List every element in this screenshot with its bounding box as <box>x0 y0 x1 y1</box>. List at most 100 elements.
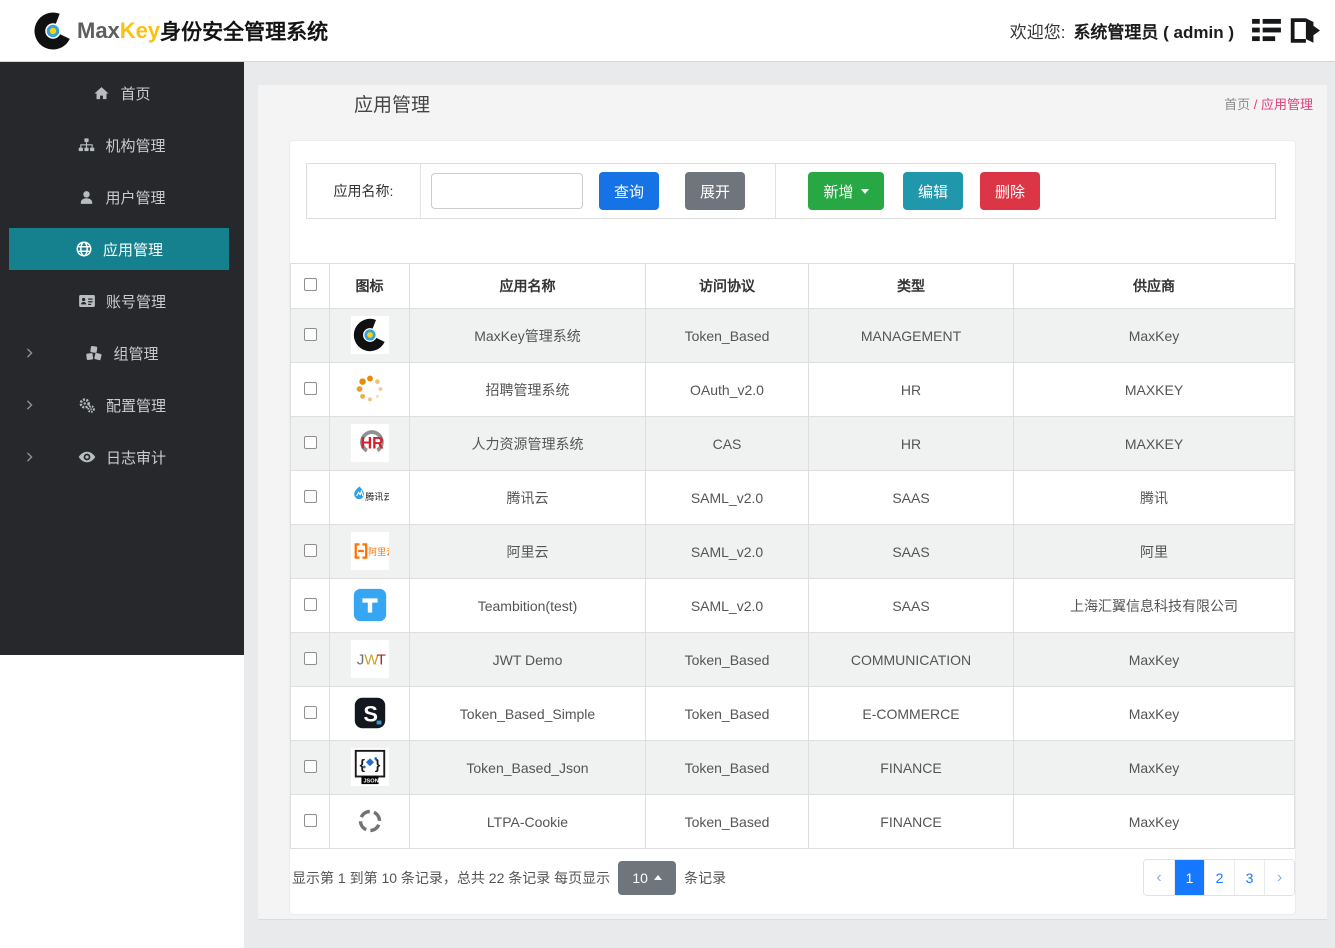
app-name-cell: 腾讯云 <box>409 470 646 525</box>
aliyun-icon: 阿里云 <box>350 531 390 571</box>
page-header-bar: 应用管理 首页 / 应用管理 <box>258 85 1327 121</box>
row-checkbox-cell <box>290 686 330 741</box>
app-vendor-cell: MaxKey <box>1013 686 1295 741</box>
row-checkbox[interactable] <box>303 543 317 557</box>
table-row[interactable]: Teambition(test) SAML_v2.0 SAAS 上海汇翼信息科技有限公… <box>290 578 1295 633</box>
list-icon[interactable] <box>1252 18 1281 43</box>
table-row[interactable]: LTPA-Cookie Token_Based FINANCE MaxKey <box>290 794 1295 849</box>
sidebar-item-apps[interactable]: 应用管理 <box>9 228 229 270</box>
svg-text:阿里云: 阿里云 <box>368 546 389 556</box>
app-vendor-cell: MaxKey <box>1013 308 1295 363</box>
row-checkbox[interactable] <box>303 435 317 449</box>
app-vendor-cell: 阿里 <box>1013 524 1295 579</box>
sidebar-item-audit[interactable]: 日志审计 <box>0 431 244 483</box>
app-name-cell: 人力资源管理系统 <box>409 416 646 471</box>
table-header-row: 图标 应用名称 访问协议 类型 供应商 <box>290 263 1295 309</box>
app-vendor-cell: MaxKey <box>1013 740 1295 795</box>
app-type-cell: FINANCE <box>808 794 1014 849</box>
app-protocol-cell: SAML_v2.0 <box>645 470 809 525</box>
app-icon-cell: HR <box>329 416 410 471</box>
pagination-page-2[interactable]: 2 <box>1204 860 1234 895</box>
table-row[interactable]: 腾讯云腾讯云SAML_v2.0SAAS腾讯 <box>290 470 1295 525</box>
app-name-cell: Teambition(test) <box>409 578 646 633</box>
pagination-page-1[interactable]: 1 <box>1174 860 1204 895</box>
teambition-icon <box>350 585 390 625</box>
page-title: 应用管理 <box>354 94 431 116</box>
sidebar-item-groups[interactable]: 组管理 <box>0 327 244 379</box>
svg-text:{: { <box>359 756 365 772</box>
row-checkbox[interactable] <box>303 705 317 719</box>
row-checkbox[interactable] <box>303 489 317 503</box>
row-checkbox[interactable] <box>303 651 317 665</box>
app-name-cell: LTPA-Cookie <box>409 794 646 849</box>
json-logo-icon: {} JSON <box>350 747 390 787</box>
app-icon-cell: S <box>329 686 410 741</box>
row-checkbox[interactable] <box>303 327 317 341</box>
caret-up-icon <box>653 875 662 880</box>
row-checkbox-cell <box>290 524 330 579</box>
sidebar-item-label: 配置管理 <box>105 397 166 415</box>
chevron-right-icon <box>24 348 35 359</box>
app-icon-cell: 腾讯云 <box>329 470 410 525</box>
app-name-cell: MaxKey管理系统 <box>409 308 646 363</box>
app-protocol-cell: Token_Based <box>645 794 809 849</box>
add-button[interactable]: 新增 <box>808 172 884 210</box>
logout-icon[interactable] <box>1287 16 1321 45</box>
tencent-cloud-icon: 腾讯云 <box>350 477 390 517</box>
pagination-next[interactable]: › <box>1264 860 1294 895</box>
app-table-body: MaxKey管理系统 Token_Based MANAGEMENT MaxKey 招聘管… <box>290 308 1295 849</box>
page-size-select[interactable]: 10 <box>618 860 677 895</box>
sidebar-item-config[interactable]: 配置管理 <box>0 379 244 431</box>
caret-down-icon <box>860 188 869 194</box>
welcome-label: 欢迎您: <box>1009 23 1066 42</box>
app-type-cell: SAAS <box>808 578 1014 633</box>
table-row[interactable]: HR 人力资源管理系统 CAS HR MAXKEY <box>290 416 1295 471</box>
sidebar-item-label: 组管理 <box>113 345 159 363</box>
sidebar-item-home[interactable]: 首页 <box>0 67 244 119</box>
row-checkbox-cell <box>290 470 330 525</box>
expand-button[interactable]: 展开 <box>685 172 745 210</box>
sidebar-item-accounts[interactable]: 账号管理 <box>0 275 244 327</box>
summary-prefix: 显示第 1 到第 10 条记录，总共 22 条记录 每页显示 <box>292 869 611 886</box>
row-checkbox[interactable] <box>303 813 317 827</box>
row-checkbox[interactable] <box>303 381 317 395</box>
breadcrumb-root[interactable]: 首页 <box>1224 97 1250 112</box>
table-row[interactable]: MaxKey管理系统 Token_Based MANAGEMENT MaxKey <box>290 308 1295 363</box>
brand-text-cn: 身份安全管理系统 <box>160 20 329 44</box>
svg-text:J: J <box>356 651 364 668</box>
app-name-input[interactable] <box>431 173 583 209</box>
sidebar-item-users[interactable]: 用户管理 <box>0 171 244 223</box>
app-name-label: 应用名称: <box>307 164 421 218</box>
col-header-vendor: 供应商 <box>1013 263 1295 309</box>
edit-button[interactable]: 编辑 <box>903 172 963 210</box>
table-row[interactable]: 招聘管理系统 OAuth_v2.0 HR MAXKEY <box>290 362 1295 417</box>
sitemap-icon <box>78 137 95 154</box>
top-header: Max Key 身份安全管理系统 欢迎您: 系统管理员 ( admin ) <box>0 0 1335 62</box>
sidebar-item-label: 首页 <box>120 85 151 103</box>
delete-button[interactable]: 删除 <box>980 172 1040 210</box>
row-checkbox[interactable] <box>303 759 317 773</box>
pagination-page-3[interactable]: 3 <box>1234 860 1264 895</box>
app-type-cell: E-COMMERCE <box>808 686 1014 741</box>
table-row[interactable]: {} JSON Token_Based_Json Token_Based FINANCE… <box>290 740 1295 795</box>
summary-suffix: 条记录 <box>684 869 727 886</box>
table-row[interactable]: J W T JWT Demo Token_Based COMMUNICATION MaxKe… <box>290 632 1295 687</box>
main-area: 首页 机构管理 用户管理 应用管理 账号管理 组管理 配置管理 日志审计 应用管理 首页 / … <box>0 62 1335 948</box>
table-row[interactable]: S Token_Based_Simple Token_Based E-COMMERCE… <box>290 686 1295 741</box>
table-row[interactable]: 阿里云阿里云SAML_v2.0SAAS阿里 <box>290 524 1295 579</box>
sidebar-column: 首页机构管理 用户管理应用管理账号管理组管理配置管理日志审计 <box>0 62 244 948</box>
query-button[interactable]: 查询 <box>599 172 659 210</box>
app-type-cell: SAAS <box>808 470 1014 525</box>
select-all-checkbox[interactable] <box>303 278 317 291</box>
s-logo-icon: S <box>350 693 390 733</box>
sidebar-item-org[interactable]: 机构管理 <box>0 119 244 171</box>
svg-text:T: T <box>376 651 385 668</box>
app-icon-cell: {} JSON <box>329 740 410 795</box>
globe-icon <box>75 240 93 258</box>
spinner-dots-icon <box>350 369 390 409</box>
pagination-prev[interactable]: ‹ <box>1144 860 1174 895</box>
app-icon-cell <box>329 362 410 417</box>
row-checkbox[interactable] <box>303 597 317 611</box>
maxkey-app: Max Key 身份安全管理系统 欢迎您: 系统管理员 ( admin ) 首页… <box>0 0 1335 948</box>
app-vendor-cell: MaxKey <box>1013 794 1295 849</box>
